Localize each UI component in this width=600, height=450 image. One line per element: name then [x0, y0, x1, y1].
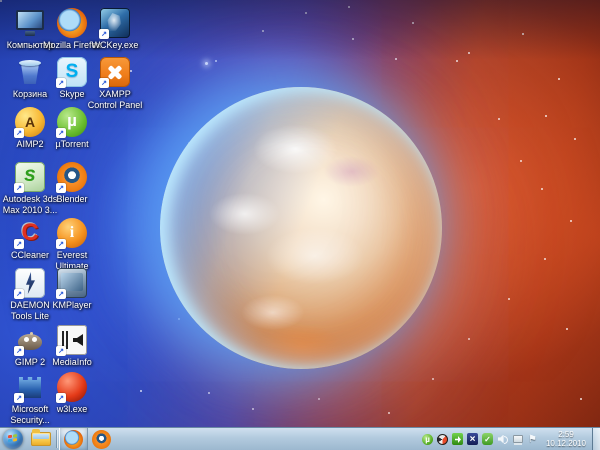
- shortcut-arrow-icon: [56, 183, 66, 193]
- clock-date: 10.12.2010: [542, 439, 590, 448]
- skype-icon: [57, 57, 87, 87]
- start-button[interactable]: [0, 428, 27, 450]
- download-tray-icon[interactable]: [451, 432, 464, 446]
- shortcut-arrow-icon: [14, 128, 24, 138]
- desktop-icon-label: AIMP2: [16, 139, 43, 150]
- desktop-icon-label: KMPlayer: [52, 300, 91, 311]
- firefox-taskbar-button[interactable]: [59, 428, 88, 450]
- clock-time: 2:59: [542, 430, 590, 439]
- desktop-icon-label: µTorrent: [55, 139, 88, 150]
- desktop-icon-everest[interactable]: Everest Ultimate: [43, 218, 101, 272]
- desktop-icon-mediainfo[interactable]: MediaInfo: [43, 325, 101, 368]
- everest-icon: [57, 218, 87, 248]
- shortcut-arrow-icon: [14, 289, 24, 299]
- utorrent-icon: [57, 107, 87, 137]
- ms-security-icon: [15, 372, 45, 402]
- taskbar-clock[interactable]: 2:59 10.12.2010: [542, 430, 590, 448]
- desktop-icon-xampp[interactable]: XAMPP Control Panel: [86, 57, 144, 111]
- mediainfo-icon: [57, 325, 87, 355]
- blender-taskbar-button[interactable]: [88, 428, 115, 450]
- wckey-icon: [100, 8, 130, 38]
- system-tray: [421, 432, 539, 446]
- desktop-icon-label: MediaInfo: [52, 357, 92, 368]
- taskbar-right: 2:59 10.12.2010: [421, 428, 600, 450]
- action-center-flag-icon[interactable]: [526, 432, 539, 446]
- shortcut-arrow-icon: [56, 239, 66, 249]
- shortcut-arrow-icon: [99, 78, 109, 88]
- explorer-taskbar-button[interactable]: [27, 428, 54, 450]
- xampp-icon: [100, 57, 130, 87]
- kmplayer-icon: [57, 268, 87, 298]
- desktop-icon-blender[interactable]: Blender: [43, 162, 101, 205]
- shortcut-arrow-icon: [56, 289, 66, 299]
- firefox-icon: [57, 8, 87, 38]
- explorer-folder-icon: [31, 432, 51, 446]
- shortcut-arrow-icon: [56, 346, 66, 356]
- desktop-icon-kmplayer[interactable]: KMPlayer: [43, 268, 101, 311]
- shortcut-arrow-icon: [56, 393, 66, 403]
- shortcut-arrow-icon: [14, 183, 24, 193]
- desktop-icon-label: GIMP 2: [15, 357, 45, 368]
- taskbar-left: [0, 428, 115, 450]
- volume-icon[interactable]: [496, 432, 509, 446]
- w3l-icon: [57, 372, 87, 402]
- blender-icon: [92, 430, 111, 449]
- desktop-icon-utorrent[interactable]: µTorrent: [43, 107, 101, 150]
- desktop-icon-label: WCKey.exe: [92, 40, 139, 51]
- desktop-icon-wckey[interactable]: WCKey.exe: [86, 8, 144, 51]
- shortcut-arrow-icon: [56, 128, 66, 138]
- network-icon[interactable]: [511, 432, 524, 446]
- recycle-bin-icon: [15, 57, 45, 87]
- daemon-tools-icon: [15, 268, 45, 298]
- taskbar: 2:59 10.12.2010: [0, 427, 600, 450]
- desktop-icon-grid: КомпьютерMozilla FirefoxWCKey.exeКорзина…: [0, 0, 600, 428]
- aimp2-icon: [15, 107, 45, 137]
- shortcut-arrow-icon: [56, 78, 66, 88]
- show-desktop-button[interactable]: [592, 428, 600, 450]
- autodesk-3dsmax-icon: [15, 162, 45, 192]
- shortcut-arrow-icon: [99, 29, 109, 39]
- desktop-icon-w3l[interactable]: w3l.exe: [43, 372, 101, 415]
- gimp-icon: [15, 325, 45, 355]
- daemon-tools-tray-icon[interactable]: [436, 432, 449, 446]
- desktop-icon-label: Blender: [56, 194, 87, 205]
- blender-icon: [57, 162, 87, 192]
- desktop-icon-label: Корзина: [13, 89, 47, 100]
- ccleaner-icon: [15, 218, 45, 248]
- desktop-icon-label: w3l.exe: [57, 404, 88, 415]
- windows-logo-icon: [3, 429, 23, 449]
- shortcut-arrow-icon: [14, 239, 24, 249]
- taskbar-separator: [56, 430, 57, 448]
- shortcut-arrow-icon: [14, 346, 24, 356]
- security-tray-icon[interactable]: [481, 432, 494, 446]
- firefox-icon: [64, 430, 83, 449]
- utorrent-tray-icon[interactable]: [421, 432, 434, 446]
- desktop-icon-label: Skype: [59, 89, 84, 100]
- computer-icon: [15, 8, 45, 38]
- shortcut-arrow-icon: [14, 393, 24, 403]
- kmplayer-tray-icon[interactable]: [466, 432, 479, 446]
